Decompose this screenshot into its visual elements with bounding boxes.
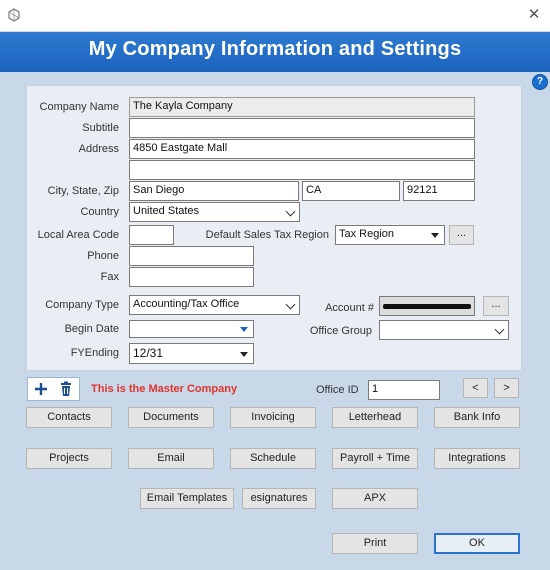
subtitle-label: Subtitle: [82, 122, 119, 134]
country-select[interactable]: United States: [129, 202, 300, 222]
fax-field[interactable]: [129, 267, 254, 287]
email-templates-button[interactable]: Email Templates: [140, 488, 234, 509]
redacted-account-number: [383, 304, 471, 309]
address-line1-field[interactable]: 4850 Eastgate Mall: [129, 139, 475, 159]
state-field[interactable]: CA: [302, 181, 400, 201]
city-field[interactable]: San Diego: [129, 181, 299, 201]
company-type-label: Company Type: [45, 299, 119, 311]
ok-button[interactable]: OK: [434, 533, 520, 554]
sales-tax-region-more-button[interactable]: ...: [449, 225, 474, 245]
fy-ending-select[interactable]: 12/31: [129, 343, 254, 364]
country-label: Country: [80, 206, 119, 218]
window-titlebar: [0, 0, 550, 32]
company-name-label: Company Name: [39, 101, 119, 113]
fax-label: Fax: [100, 271, 119, 283]
begin-date-label: Begin Date: [64, 323, 119, 335]
page-title: My Company Information and Settings: [88, 38, 462, 60]
esignatures-button[interactable]: esignatures: [242, 488, 316, 509]
chevron-down-icon: [285, 299, 296, 310]
apx-button[interactable]: APX: [332, 488, 418, 509]
calendar-dropdown-icon: [240, 327, 248, 332]
app-icon: [7, 8, 21, 22]
country-value: United States: [133, 205, 200, 217]
help-icon[interactable]: ?: [532, 74, 548, 90]
letterhead-button[interactable]: Letterhead: [332, 407, 418, 428]
print-button[interactable]: Print: [332, 533, 418, 554]
master-company-message: This is the Master Company: [91, 383, 238, 395]
office-group-select[interactable]: [379, 320, 509, 340]
company-name-field[interactable]: The Kayla Company: [129, 97, 475, 117]
projects-button[interactable]: Projects: [26, 448, 112, 469]
bank-info-button[interactable]: Bank Info: [434, 407, 520, 428]
dropdown-arrow-icon: [431, 233, 439, 238]
office-id-label: Office ID: [316, 384, 359, 396]
city-state-zip-label: City, State, Zip: [47, 185, 119, 197]
dropdown-arrow-icon: [240, 352, 248, 357]
plus-icon[interactable]: [32, 380, 50, 398]
phone-field[interactable]: [129, 246, 254, 266]
default-sales-tax-region-label: Default Sales Tax Region: [205, 229, 329, 241]
contacts-button[interactable]: Contacts: [26, 407, 112, 428]
office-group-label: Office Group: [309, 325, 372, 337]
account-label: Account #: [325, 302, 374, 314]
schedule-button[interactable]: Schedule: [230, 448, 316, 469]
address-line2-field[interactable]: [129, 160, 475, 180]
close-icon[interactable]: ✕: [526, 7, 542, 23]
account-field[interactable]: [379, 296, 475, 316]
begin-date-picker[interactable]: [129, 320, 254, 338]
company-type-select[interactable]: Accounting/Tax Office: [129, 295, 300, 315]
local-area-code-field[interactable]: [129, 225, 174, 245]
chevron-down-icon: [494, 324, 505, 335]
office-id-field[interactable]: 1: [368, 380, 440, 400]
company-type-value: Accounting/Tax Office: [133, 298, 240, 310]
chevron-down-icon: [285, 206, 296, 217]
sales-tax-region-value: Tax Region: [339, 228, 395, 240]
fy-ending-label: FYEnding: [70, 347, 119, 359]
trash-icon[interactable]: [57, 380, 75, 398]
payroll-time-button[interactable]: Payroll + Time: [332, 448, 418, 469]
phone-label: Phone: [87, 250, 119, 262]
email-button[interactable]: Email: [128, 448, 214, 469]
fy-ending-value: 12/31: [133, 346, 164, 360]
subtitle-field[interactable]: [129, 118, 475, 138]
address-label: Address: [78, 143, 119, 155]
previous-record-button[interactable]: <: [463, 378, 488, 398]
sales-tax-region-select[interactable]: Tax Region: [335, 225, 445, 245]
integrations-button[interactable]: Integrations: [434, 448, 520, 469]
documents-button[interactable]: Documents: [128, 407, 214, 428]
local-area-code-label: Local Area Code: [37, 229, 119, 241]
invoicing-button[interactable]: Invoicing: [230, 407, 316, 428]
zip-field[interactable]: 92121: [403, 181, 475, 201]
next-record-button[interactable]: >: [494, 378, 519, 398]
account-more-button[interactable]: ...: [483, 296, 509, 316]
